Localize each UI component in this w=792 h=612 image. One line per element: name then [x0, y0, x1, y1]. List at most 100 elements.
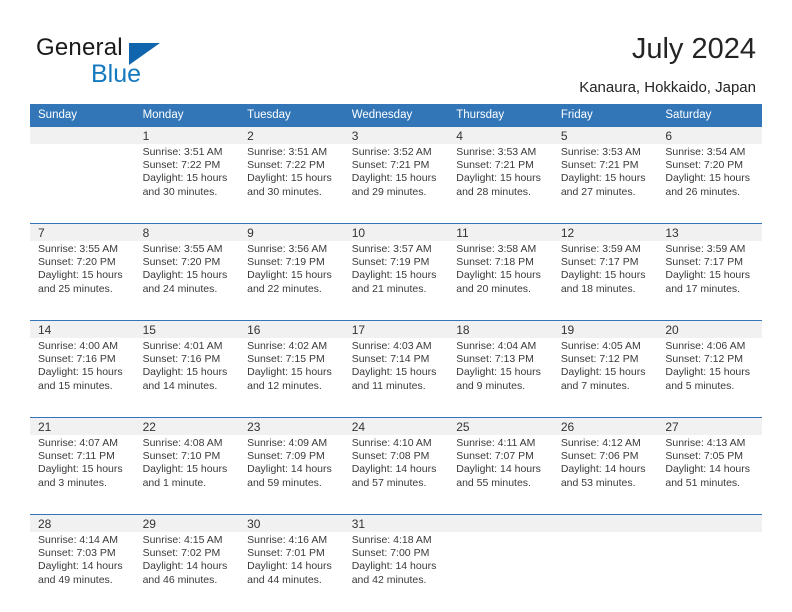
calendar-day-cell[interactable]: 22 Sunrise: 4:08 AM Sunset: 7:10 PM Dayli… [134, 418, 240, 508]
day-cell-content: 8 Sunrise: 3:55 AM Sunset: 7:20 PM Daylig… [134, 224, 240, 313]
calendar-week-row: 1 Sunrise: 3:51 AM Sunset: 7:22 PM Daylig… [30, 126, 762, 217]
day-number: 31 [343, 515, 449, 532]
day-sun-info: Sunrise: 4:04 AM Sunset: 7:13 PM Dayligh… [456, 340, 541, 392]
day-number: 11 [448, 224, 553, 241]
calendar-day-cell[interactable] [657, 515, 762, 605]
calendar-day-cell[interactable]: 5 Sunrise: 3:53 AM Sunset: 7:21 PM Daylig… [552, 127, 658, 217]
calendar-day-cell[interactable]: 2 Sunrise: 3:51 AM Sunset: 7:22 PM Daylig… [239, 127, 344, 217]
day-number: 21 [30, 418, 135, 435]
calendar-day-cell[interactable]: 10 Sunrise: 3:57 AM Sunset: 7:19 PM Dayli… [343, 224, 449, 314]
day-number: 2 [239, 127, 344, 144]
day-cell-content: 19 Sunrise: 4:05 AM Sunset: 7:12 PM Dayli… [552, 321, 658, 410]
calendar-day-cell[interactable]: 23 Sunrise: 4:09 AM Sunset: 7:09 PM Dayli… [239, 418, 344, 508]
logo-text-blue: Blue [91, 60, 142, 88]
day-cell-content: 30 Sunrise: 4:16 AM Sunset: 7:01 PM Dayli… [239, 515, 344, 604]
calendar-day-cell[interactable]: 31 Sunrise: 4:18 AM Sunset: 7:00 PM Dayli… [343, 515, 449, 605]
calendar-day-cell[interactable]: 6 Sunrise: 3:54 AM Sunset: 7:20 PM Daylig… [657, 127, 762, 217]
day-number [657, 515, 762, 532]
day-sun-info: Sunrise: 3:59 AM Sunset: 7:17 PM Dayligh… [665, 243, 751, 295]
calendar-day-cell[interactable]: 7 Sunrise: 3:55 AM Sunset: 7:20 PM Daylig… [30, 224, 135, 314]
day-number: 15 [134, 321, 240, 338]
calendar-day-cell[interactable]: 3 Sunrise: 3:52 AM Sunset: 7:21 PM Daylig… [343, 127, 449, 217]
day-number: 4 [448, 127, 553, 144]
calendar-day-cell[interactable]: 21 Sunrise: 4:07 AM Sunset: 7:11 PM Dayli… [30, 418, 135, 508]
calendar-day-cell[interactable]: 15 Sunrise: 4:01 AM Sunset: 7:16 PM Dayli… [134, 321, 240, 411]
calendar-day-cell[interactable]: 27 Sunrise: 4:13 AM Sunset: 7:05 PM Dayli… [657, 418, 762, 508]
calendar-day-cell[interactable]: 1 Sunrise: 3:51 AM Sunset: 7:22 PM Daylig… [134, 127, 240, 217]
calendar-day-cell[interactable]: 19 Sunrise: 4:05 AM Sunset: 7:12 PM Dayli… [552, 321, 658, 411]
day-number [30, 127, 135, 144]
day-sun-info: Sunrise: 3:54 AM Sunset: 7:20 PM Dayligh… [665, 146, 751, 198]
calendar-day-cell[interactable]: 8 Sunrise: 3:55 AM Sunset: 7:20 PM Daylig… [134, 224, 240, 314]
day-cell-content [448, 515, 553, 604]
day-cell-content: 5 Sunrise: 3:53 AM Sunset: 7:21 PM Daylig… [552, 127, 658, 216]
day-sun-info: Sunrise: 3:52 AM Sunset: 7:21 PM Dayligh… [351, 146, 437, 198]
day-cell-content: 9 Sunrise: 3:56 AM Sunset: 7:19 PM Daylig… [239, 224, 344, 313]
day-cell-content [657, 515, 762, 604]
day-cell-content: 16 Sunrise: 4:02 AM Sunset: 7:15 PM Dayli… [239, 321, 344, 410]
day-sun-info [448, 532, 553, 534]
calendar-day-cell[interactable]: 28 Sunrise: 4:14 AM Sunset: 7:03 PM Dayli… [30, 515, 135, 605]
day-number: 9 [239, 224, 344, 241]
calendar-day-cell[interactable]: 25 Sunrise: 4:11 AM Sunset: 7:07 PM Dayli… [448, 418, 553, 508]
calendar-day-cell[interactable]: 18 Sunrise: 4:04 AM Sunset: 7:13 PM Dayli… [448, 321, 553, 411]
calendar-day-cell[interactable]: 4 Sunrise: 3:53 AM Sunset: 7:21 PM Daylig… [448, 127, 553, 217]
day-cell-content: 4 Sunrise: 3:53 AM Sunset: 7:21 PM Daylig… [448, 127, 553, 216]
page-header: General Blue July 2024 Kanaura, Hokkaido… [0, 0, 792, 100]
calendar-day-cell[interactable] [552, 515, 658, 605]
day-cell-content: 7 Sunrise: 3:55 AM Sunset: 7:20 PM Daylig… [30, 224, 135, 313]
week-spacer-cell [30, 410, 762, 418]
day-cell-content: 21 Sunrise: 4:07 AM Sunset: 7:11 PM Dayli… [30, 418, 135, 507]
calendar-day-cell[interactable]: 11 Sunrise: 3:58 AM Sunset: 7:18 PM Dayli… [448, 224, 553, 314]
day-sun-info: Sunrise: 4:18 AM Sunset: 7:00 PM Dayligh… [351, 534, 437, 586]
week-spacer-cell [30, 216, 762, 224]
day-sun-info: Sunrise: 4:16 AM Sunset: 7:01 PM Dayligh… [247, 534, 332, 586]
day-cell-content: 2 Sunrise: 3:51 AM Sunset: 7:22 PM Daylig… [239, 127, 344, 216]
day-sun-info: Sunrise: 3:58 AM Sunset: 7:18 PM Dayligh… [456, 243, 541, 295]
calendar-day-cell[interactable]: 9 Sunrise: 3:56 AM Sunset: 7:19 PM Daylig… [239, 224, 344, 314]
day-cell-content: 20 Sunrise: 4:06 AM Sunset: 7:12 PM Dayli… [657, 321, 762, 410]
calendar-body: 1 Sunrise: 3:51 AM Sunset: 7:22 PM Daylig… [30, 126, 762, 605]
day-sun-info [30, 144, 135, 146]
day-sun-info: Sunrise: 4:01 AM Sunset: 7:16 PM Dayligh… [142, 340, 228, 392]
calendar-day-cell[interactable]: 24 Sunrise: 4:10 AM Sunset: 7:08 PM Dayli… [343, 418, 449, 508]
calendar-day-cell[interactable]: 12 Sunrise: 3:59 AM Sunset: 7:17 PM Dayli… [552, 224, 658, 314]
day-sun-info: Sunrise: 4:13 AM Sunset: 7:05 PM Dayligh… [665, 437, 751, 489]
day-cell-content: 18 Sunrise: 4:04 AM Sunset: 7:13 PM Dayli… [448, 321, 553, 410]
day-sun-info: Sunrise: 4:03 AM Sunset: 7:14 PM Dayligh… [351, 340, 437, 392]
calendar-day-cell[interactable]: 30 Sunrise: 4:16 AM Sunset: 7:01 PM Dayli… [239, 515, 344, 605]
day-number: 25 [448, 418, 553, 435]
day-sun-info: Sunrise: 3:53 AM Sunset: 7:21 PM Dayligh… [560, 146, 646, 198]
page-title: July 2024 [631, 33, 756, 65]
day-number: 8 [134, 224, 240, 241]
day-number: 30 [239, 515, 344, 532]
sunrise-sunset-calendar: Sunday Monday Tuesday Wednesday Thursday Frid… [30, 104, 762, 604]
calendar-day-cell[interactable]: 26 Sunrise: 4:12 AM Sunset: 7:06 PM Dayli… [552, 418, 658, 508]
day-cell-content: 10 Sunrise: 3:57 AM Sunset: 7:19 PM Dayli… [343, 224, 449, 313]
calendar-day-cell[interactable]: 29 Sunrise: 4:15 AM Sunset: 7:02 PM Dayli… [134, 515, 240, 605]
calendar-day-cell[interactable] [30, 127, 135, 217]
calendar-day-cell[interactable]: 14 Sunrise: 4:00 AM Sunset: 7:16 PM Dayli… [30, 321, 135, 411]
calendar-day-cell[interactable] [448, 515, 553, 605]
week-spacer-cell [30, 313, 762, 321]
calendar-header-row: Sunday Monday Tuesday Wednesday Thursday Frid… [30, 104, 762, 127]
day-cell-content: 11 Sunrise: 3:58 AM Sunset: 7:18 PM Dayli… [448, 224, 553, 313]
day-number: 14 [30, 321, 135, 338]
calendar-day-cell[interactable]: 16 Sunrise: 4:02 AM Sunset: 7:15 PM Dayli… [239, 321, 344, 411]
day-sun-info: Sunrise: 4:12 AM Sunset: 7:06 PM Dayligh… [560, 437, 646, 489]
day-number: 1 [134, 127, 240, 144]
calendar-day-cell[interactable]: 17 Sunrise: 4:03 AM Sunset: 7:14 PM Dayli… [343, 321, 449, 411]
day-sun-info: Sunrise: 3:55 AM Sunset: 7:20 PM Dayligh… [142, 243, 228, 295]
calendar-day-cell[interactable]: 13 Sunrise: 3:59 AM Sunset: 7:17 PM Dayli… [657, 224, 762, 314]
calendar-page: General Blue July 2024 Kanaura, Hokkaido… [0, 0, 792, 612]
weekday-header-wednesday: Wednesday [343, 104, 449, 127]
day-number: 12 [552, 224, 658, 241]
day-cell-content: 22 Sunrise: 4:08 AM Sunset: 7:10 PM Dayli… [134, 418, 240, 507]
day-cell-content [30, 127, 135, 216]
day-cell-content: 6 Sunrise: 3:54 AM Sunset: 7:20 PM Daylig… [657, 127, 762, 216]
day-sun-info: Sunrise: 4:07 AM Sunset: 7:11 PM Dayligh… [38, 437, 123, 489]
calendar-day-cell[interactable]: 20 Sunrise: 4:06 AM Sunset: 7:12 PM Dayli… [657, 321, 762, 411]
day-cell-content: 27 Sunrise: 4:13 AM Sunset: 7:05 PM Dayli… [657, 418, 762, 507]
day-sun-info [657, 532, 762, 534]
day-sun-info: Sunrise: 4:10 AM Sunset: 7:08 PM Dayligh… [351, 437, 437, 489]
